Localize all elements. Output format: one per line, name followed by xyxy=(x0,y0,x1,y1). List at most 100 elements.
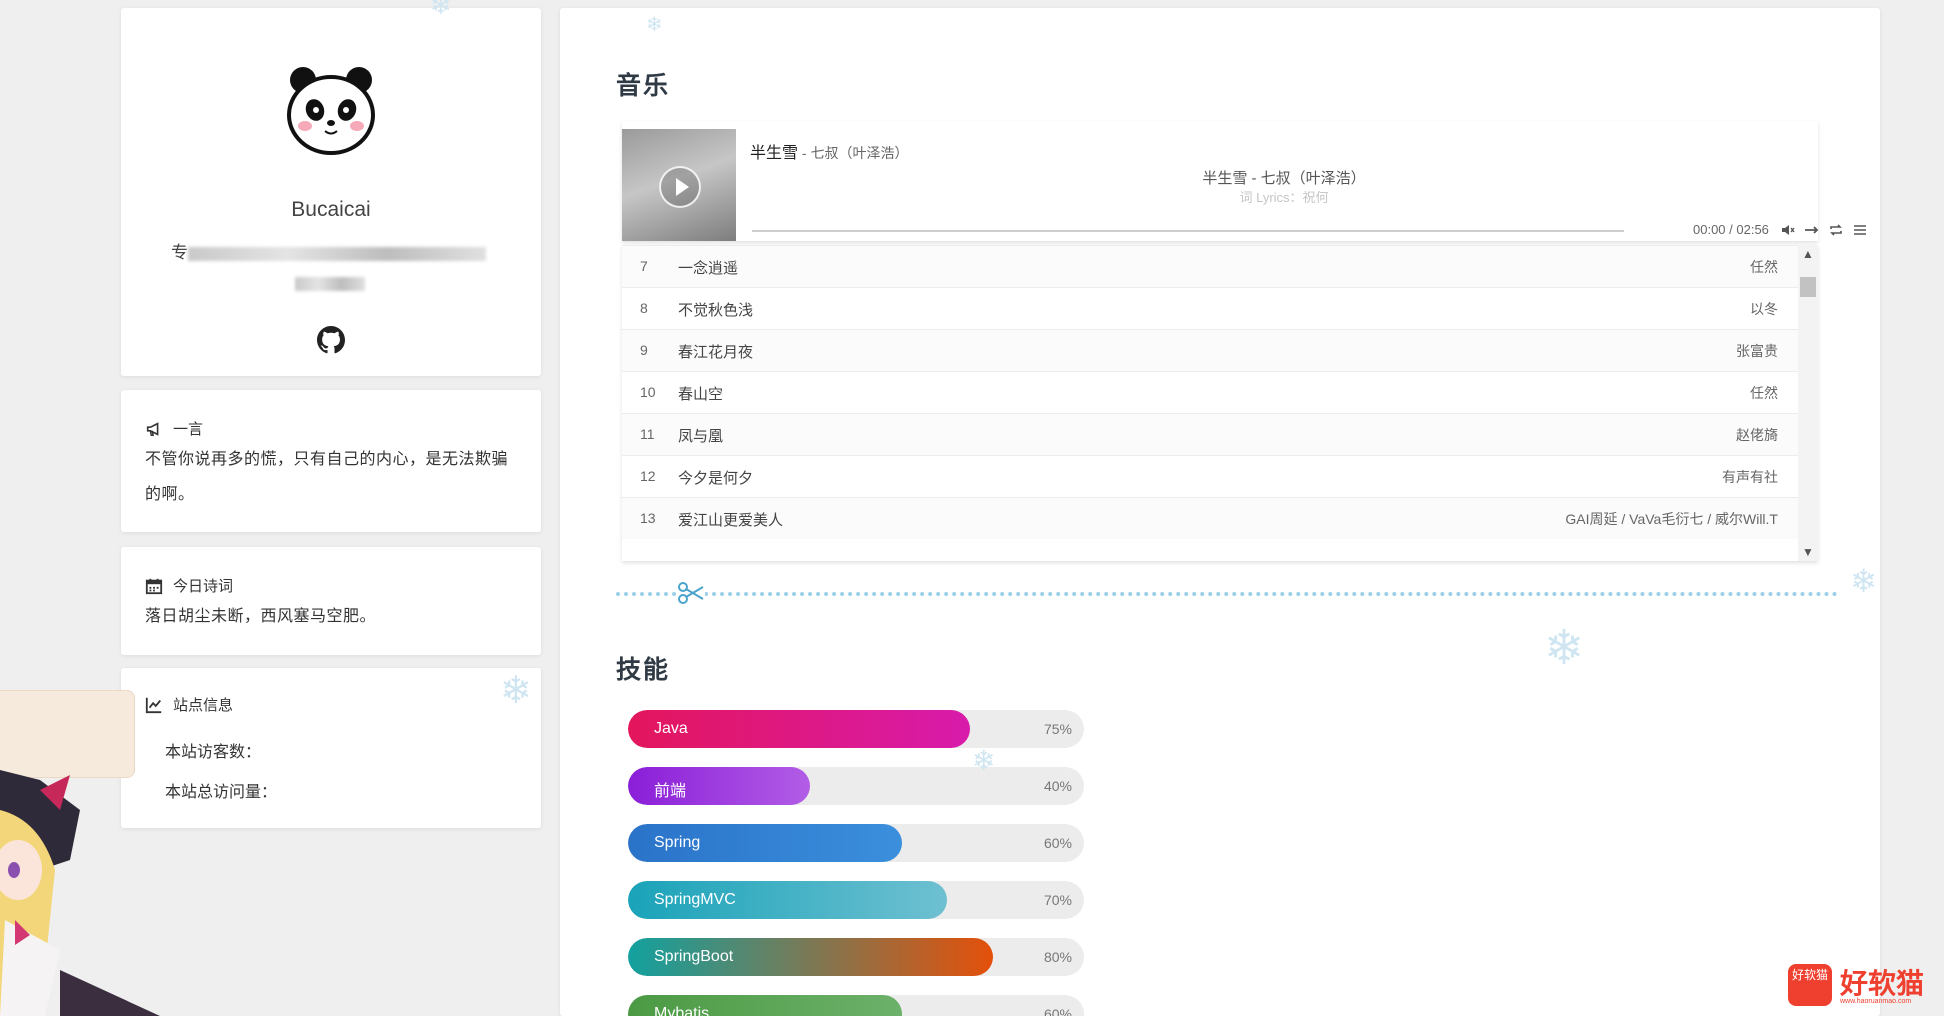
watermark-logo: 好软猫 好软猫 www.haoruanmao.com xyxy=(1788,962,1936,1010)
lyric-line: 半生雪 - 七叔（叶泽浩） xyxy=(1202,170,1366,187)
music-player: 半生雪 - 七叔（叶泽浩） 半生雪 - 七叔（叶泽浩） 词 Lyrics：祝何 … xyxy=(622,121,1866,241)
hitokoto-text: 不管你说再多的慌，只有自己的内心，是无法欺骗的啊。 xyxy=(145,451,509,503)
skill-bar: Mybatis 60% xyxy=(628,995,1084,1016)
snowflake-icon: ❄ xyxy=(1850,563,1877,599)
scroll-up-icon[interactable]: ▲ xyxy=(1802,247,1814,261)
track-number: 10 xyxy=(640,384,656,400)
blurred-text xyxy=(295,276,365,291)
poem-card: 今日诗词 落日胡尘未断，西风塞马空肥。 xyxy=(121,547,541,655)
playlist-scrollbar[interactable]: ▲ ▼ xyxy=(1798,245,1818,561)
track-artist: 任然 xyxy=(1750,259,1778,275)
skill-percent: 70% xyxy=(1043,892,1072,908)
track-name: 今夕是何夕 xyxy=(678,470,754,487)
track-list: 7 一念逍遥 任然 8 不觉秋色浅 以冬 9 春江花月夜 张富贵 10 春山空 任然 11 凤与凰 赵佬旖 1… xyxy=(622,245,1818,539)
skills-section-title: 技能 xyxy=(616,656,671,684)
profile-card: Bucaicai 专 xyxy=(121,8,541,376)
volume-icon[interactable] xyxy=(1780,222,1796,238)
megaphone-icon xyxy=(146,421,159,436)
track-name: 爱江山更爱美人 xyxy=(678,512,784,529)
skill-name: Spring xyxy=(654,834,701,851)
section-divider xyxy=(616,592,1838,596)
skill-bar: SpringMVC 70% xyxy=(628,881,1084,919)
snowflake-icon: ❄ xyxy=(500,670,532,712)
song-artist: - 七叔（叶泽浩） xyxy=(798,145,909,161)
profile-bio: 专 xyxy=(171,238,491,298)
lyric-next-line: 词 Lyrics：祝何 xyxy=(1239,190,1329,205)
track-number: 11 xyxy=(640,426,655,442)
track-artist: 赵佬旖 xyxy=(1736,427,1778,443)
skill-bar: Spring 60% xyxy=(628,824,1084,862)
snowflake-icon: ❄ xyxy=(1544,622,1585,675)
track-name: 春山空 xyxy=(678,386,724,403)
main-content: 音乐 半生雪 - 七叔（叶泽浩） 半生雪 - 七叔（叶泽浩） 词 Lyrics：… xyxy=(560,8,1880,1016)
time-display: 00:00 / 02:56 xyxy=(1693,222,1769,237)
poem-header: 今日诗词 xyxy=(145,575,233,596)
skill-bar: Java 75% xyxy=(628,710,1084,748)
hitokoto-card: 一言 不管你说再多的慌，只有自己的内心，是无法欺骗的啊。 xyxy=(121,390,541,532)
progress-bar[interactable] xyxy=(752,230,1624,232)
track-artist: 任然 xyxy=(1750,385,1778,401)
track-number: 13 xyxy=(640,510,656,526)
watermark-text: 好软猫 xyxy=(1840,968,1925,999)
track-number: 7 xyxy=(640,258,648,274)
visitors-label: 本站访客数： xyxy=(165,744,262,761)
siteinfo-header: 站点信息 xyxy=(145,694,233,715)
github-icon[interactable] xyxy=(317,326,345,354)
snowflake-icon: ❄ xyxy=(646,14,663,36)
track-name: 一念逍遥 xyxy=(678,260,739,277)
album-cover xyxy=(622,129,736,241)
track-row[interactable]: 12 今夕是何夕 有声有社 xyxy=(622,455,1818,497)
track-row[interactable]: 11 凤与凰 赵佬旖 xyxy=(622,413,1818,455)
track-row[interactable]: 7 一念逍遥 任然 xyxy=(622,245,1818,287)
side-drawer-tab[interactable] xyxy=(0,690,135,778)
skill-name: SpringMVC xyxy=(654,891,736,908)
skill-bar: SpringBoot 80% xyxy=(628,938,1084,976)
track-artist: 有声有社 xyxy=(1722,469,1778,485)
skill-name: Mybatis xyxy=(654,1005,710,1016)
order-mode-icon[interactable] xyxy=(1804,222,1820,238)
skill-percent: 75% xyxy=(1043,721,1072,737)
chart-line-icon xyxy=(145,697,162,713)
track-name: 春江花月夜 xyxy=(678,344,754,361)
watermark-badge: 好软猫 xyxy=(1788,964,1832,1006)
skill-name: Java xyxy=(654,720,688,737)
blurred-text xyxy=(188,246,486,261)
skill-percent: 60% xyxy=(1043,835,1072,851)
track-artist: GAI周延 / VaVa毛衍七 / 威尔Will.T xyxy=(1565,511,1778,527)
playlist-menu-icon[interactable] xyxy=(1852,222,1868,238)
snowflake-icon: ❄ xyxy=(430,0,452,20)
playlist: 7 一念逍遥 任然 8 不觉秋色浅 以冬 9 春江花月夜 张富贵 10 春山空 任然 11 凤与凰 赵佬旖 1… xyxy=(622,245,1818,561)
track-row[interactable]: 10 春山空 任然 xyxy=(622,371,1818,413)
scissors-icon xyxy=(677,581,705,605)
loop-icon[interactable] xyxy=(1828,222,1844,238)
page: Bucaicai 专 一言 不管你说再多的慌，只有自己的内心，是无法欺骗的啊。 xyxy=(0,0,1944,1016)
hitokoto-title: 一言 xyxy=(173,421,204,438)
track-row[interactable]: 13 爱江山更爱美人 GAI周延 / VaVa毛衍七 / 威尔Will.T xyxy=(622,497,1818,539)
track-row[interactable]: 9 春江花月夜 张富贵 xyxy=(622,329,1818,371)
skill-percent: 60% xyxy=(1043,1006,1072,1016)
panda-avatar[interactable] xyxy=(281,60,381,160)
siteinfo-title: 站点信息 xyxy=(173,697,234,714)
track-number: 8 xyxy=(640,300,648,316)
scroll-thumb[interactable] xyxy=(1800,277,1816,297)
hitokoto-header: 一言 xyxy=(145,418,203,439)
skill-bar: 前端 40% xyxy=(628,767,1084,805)
music-section-title: 音乐 xyxy=(616,72,671,100)
scroll-down-icon[interactable]: ▼ xyxy=(1802,545,1814,559)
poem-title: 今日诗词 xyxy=(173,578,234,595)
play-icon[interactable] xyxy=(659,166,701,208)
skill-percent: 80% xyxy=(1043,949,1072,965)
anime-mascot-image[interactable] xyxy=(0,770,190,1016)
poem-text: 落日胡尘未断，西风塞马空肥。 xyxy=(145,608,377,625)
track-row[interactable]: 8 不觉秋色浅 以冬 xyxy=(622,287,1818,329)
calendar-icon xyxy=(145,578,163,594)
track-number: 12 xyxy=(640,468,656,484)
song-name: 半生雪 xyxy=(750,145,799,162)
track-number: 9 xyxy=(640,342,648,358)
track-name: 凤与凰 xyxy=(678,428,724,445)
track-artist: 以冬 xyxy=(1750,301,1778,317)
profile-name: Bucaicai xyxy=(291,198,371,221)
watermark-url: www.haoruanmao.com xyxy=(1840,998,1912,1005)
snowflake-icon: ❄ xyxy=(972,745,996,776)
profile-bio-text: 专 xyxy=(171,243,188,262)
